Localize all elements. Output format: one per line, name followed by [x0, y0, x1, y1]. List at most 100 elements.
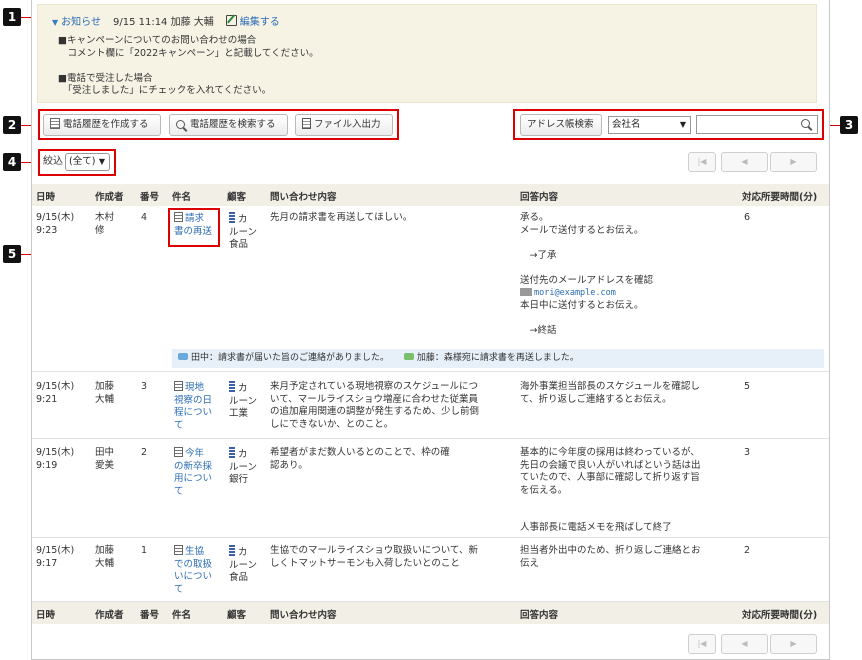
- subject-icon: [174, 545, 183, 555]
- subject-icon: [174, 381, 183, 391]
- col-subject[interactable]: 件名: [172, 189, 191, 203]
- collapse-triangle-icon[interactable]: ▼: [52, 18, 58, 27]
- row-inquiry: 先月の請求書を再送してほしい。: [270, 212, 413, 223]
- row-answer: 海外事業担当部長のスケジュールを確認し て、折り返しご連絡するとお伝え。: [520, 381, 700, 405]
- callout-5: 5: [3, 245, 21, 263]
- row-answer: 担当者外出中のため、折り返しご連絡とお 伝え: [520, 545, 701, 569]
- row-number: 2: [141, 447, 148, 458]
- row-answer: 基本的に今年度の採用は終わっているが、 先日の会議で良い人がいればという話は出 …: [520, 447, 701, 533]
- callout-3: 3: [840, 116, 858, 134]
- notice-panel: ▼ お知らせ 9/15 11:14 加藤 大輔 編集する ■キャンペーンについてのお問…: [37, 4, 817, 103]
- pager-next-button[interactable]: ▶: [770, 634, 817, 654]
- chevron-down-icon: ▼: [679, 120, 686, 129]
- mail-icon: [520, 288, 532, 296]
- comment-first: 田中：請求書が届いた旨のご連絡がありました。: [191, 353, 390, 363]
- row-number: 4: [141, 212, 148, 223]
- col-inquiry[interactable]: 問い合わせ内容: [270, 189, 337, 203]
- pager-prev-button[interactable]: ◀: [721, 152, 768, 172]
- address-field-select[interactable]: 会社名 ▼: [608, 116, 691, 134]
- table-icon: [50, 118, 60, 129]
- row-answer-top: 承る。 メールで送付するとお伝え。 →了承 送付先のメールアドレスを確認: [520, 212, 654, 286]
- table-header: 日時 作成者 番号 件名 顧客 問い合わせ内容 回答内容 対応所要時間(分): [32, 184, 829, 206]
- row-date: 9/15(木) 9:19: [36, 447, 75, 471]
- address-field-value: 会社名: [612, 119, 641, 130]
- search-icon: [176, 120, 185, 129]
- address-search-input[interactable]: [696, 115, 818, 134]
- row-inquiry: 来月予定されている現地視察のスケジュールにつ いて、マールライスショウ増産に合わ…: [270, 381, 480, 430]
- col-answer[interactable]: 回答内容: [520, 189, 558, 203]
- pager-prev-button[interactable]: ◀: [721, 634, 768, 654]
- callout-5-box: [168, 208, 220, 247]
- comment-second: 加藤：森様宛に請求書を再送しました。: [416, 353, 579, 363]
- table-row: [32, 206, 829, 372]
- col-minutes[interactable]: 対応所要時間(分): [742, 607, 817, 621]
- notice-header: ▼ お知らせ 9/15 11:14 加藤 大輔 編集する: [52, 13, 280, 28]
- col-minutes[interactable]: 対応所要時間(分): [742, 189, 817, 203]
- row-date: 9/15(木) 9:21: [36, 381, 75, 405]
- pager-first-button[interactable]: |◀: [688, 152, 716, 172]
- comment-bubble-icon: [178, 353, 188, 360]
- row-author: 田中 愛美: [95, 447, 115, 471]
- callout-2: 2: [3, 116, 21, 134]
- customer-icon: [229, 545, 235, 556]
- row-minutes: 3: [744, 447, 751, 458]
- comment-bubble-icon: [403, 353, 414, 360]
- pager-first-button[interactable]: |◀: [688, 634, 716, 654]
- col-number[interactable]: 番号: [140, 189, 159, 203]
- col-author[interactable]: 作成者: [95, 189, 124, 203]
- row-number: 3: [141, 381, 148, 392]
- notice-body: ■キャンペーンについてのお問い合わせの場合 コメント欄に「2022キャンペーン」…: [58, 35, 319, 96]
- customer-icon: [229, 447, 235, 458]
- col-answer[interactable]: 回答内容: [520, 607, 558, 621]
- address-book-search-button[interactable]: アドレス帳検索: [520, 114, 602, 136]
- row-customer[interactable]: カ ルーン 食品: [229, 545, 257, 585]
- table-footer-header: 日時 作成者 番号 件名 顧客 問い合わせ内容 回答内容 対応所要時間(分): [32, 602, 829, 624]
- notice-title[interactable]: お知らせ: [61, 17, 101, 28]
- row-date: 9/15(木) 9:23: [36, 212, 75, 236]
- filter-select[interactable]: (全て) ▼: [65, 153, 110, 171]
- file-import-export-button[interactable]: ファイル入出力: [295, 114, 393, 136]
- col-date[interactable]: 日時: [36, 189, 55, 203]
- notice-edit-link[interactable]: 編集する: [240, 17, 280, 28]
- subject-icon: [174, 447, 183, 457]
- edit-icon[interactable]: [225, 15, 237, 26]
- row-customer[interactable]: カ ルーン 食品: [229, 212, 257, 252]
- create-call-history-button[interactable]: 電話履歴を作成する: [43, 114, 161, 136]
- comment-bar: 田中：請求書が届いた旨のご連絡がありました。 加藤：森様宛に請求書を再送しました…: [172, 349, 824, 368]
- chevron-down-icon: ▼: [98, 157, 105, 166]
- row-inquiry: 生協でのマールライスショウ取扱いについて、新 しくトマットサーモンも入荷したいと…: [270, 545, 478, 569]
- col-date[interactable]: 日時: [36, 607, 55, 621]
- row-minutes: 2: [744, 545, 751, 556]
- col-customer[interactable]: 顧客: [227, 607, 246, 621]
- row-number: 1: [141, 545, 148, 556]
- col-number[interactable]: 番号: [140, 607, 159, 621]
- row-author: 加藤 大輔: [95, 545, 115, 569]
- create-call-history-label: 電話履歴を作成する: [63, 119, 149, 130]
- row-answer-email[interactable]: mori@example.com: [534, 288, 616, 298]
- row-author: 加藤 大輔: [95, 381, 115, 405]
- file-import-export-label: ファイル入出力: [314, 119, 381, 130]
- col-subject[interactable]: 件名: [172, 607, 191, 621]
- row-subject[interactable]: 生協 での取扱 いについ て: [174, 545, 212, 596]
- search-call-history-label: 電話履歴を検索する: [190, 119, 276, 130]
- notice-meta: 9/15 11:14 加藤 大輔: [112, 17, 214, 28]
- row-minutes: 5: [744, 381, 751, 392]
- customer-icon: [229, 381, 235, 392]
- filter-label: 絞込: [43, 156, 63, 167]
- col-inquiry[interactable]: 問い合わせ内容: [270, 607, 337, 621]
- row-subject[interactable]: 今年 の新卒採 用につい て: [174, 447, 212, 498]
- row-minutes: 6: [744, 212, 751, 223]
- pager-next-button[interactable]: ▶: [770, 152, 817, 172]
- filter-value: (全て): [69, 156, 96, 167]
- search-icon[interactable]: [801, 119, 810, 128]
- row-customer[interactable]: カ ルーン 銀行: [229, 447, 257, 487]
- search-call-history-button[interactable]: 電話履歴を検索する: [169, 114, 288, 136]
- row-subject[interactable]: 現地 視察の日 程につい て: [174, 381, 212, 432]
- col-author[interactable]: 作成者: [95, 607, 124, 621]
- callout-1-box: [47, 7, 53, 13]
- document-icon: [302, 118, 311, 129]
- row-date: 9/15(木) 9:17: [36, 545, 75, 569]
- customer-icon: [229, 212, 235, 223]
- row-customer[interactable]: カ ルーン 工業: [229, 381, 257, 421]
- col-customer[interactable]: 顧客: [227, 189, 246, 203]
